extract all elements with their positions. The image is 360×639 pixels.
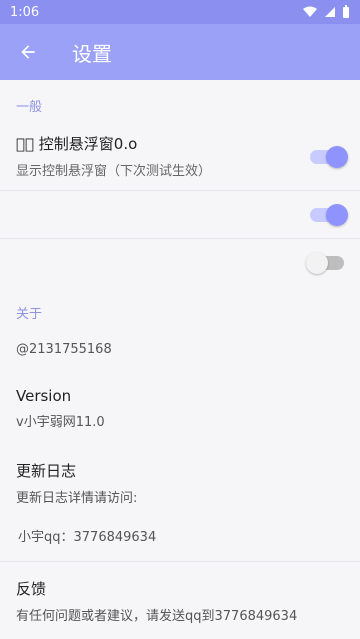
changelog-row[interactable]: 更新日志 更新日志详情请访问: bbox=[0, 442, 360, 518]
battery-icon bbox=[343, 5, 349, 18]
status-bar: 1:06 bbox=[0, 0, 360, 24]
pref-title: 󰀀󰀀 控制悬浮窗0.o bbox=[16, 135, 138, 153]
page-title: 设置 bbox=[72, 41, 112, 66]
floating-window-switch[interactable] bbox=[310, 145, 348, 168]
qq-line: 小宇qq：3776849634 bbox=[0, 518, 360, 562]
pref-switch-2[interactable] bbox=[310, 203, 348, 226]
pref-summary: 显示控制悬浮窗（下次测试生效） bbox=[16, 164, 212, 179]
section-title-about: 关于 bbox=[16, 307, 43, 322]
switch-knob bbox=[326, 203, 348, 226]
signal-icon bbox=[325, 7, 335, 17]
wifi-icon bbox=[303, 6, 317, 17]
switch-knob bbox=[326, 145, 348, 168]
status-icons bbox=[302, 5, 350, 19]
section-title-general: 一般 bbox=[16, 100, 43, 115]
pref-switch-3[interactable] bbox=[306, 252, 344, 274]
feedback-row[interactable]: 反馈 有任何问题或者建议，请发送qq到3776849634 bbox=[0, 562, 360, 636]
floating-window-pref[interactable]: 󰀀󰀀 控制悬浮窗0.o 显示控制悬浮窗（下次测试生效） bbox=[0, 123, 360, 191]
about-id-row: @2131755168 bbox=[0, 330, 360, 369]
unnamed-pref-2[interactable] bbox=[0, 239, 360, 287]
feedback-summary: 有任何问题或者建议，请发送qq到3776849634 bbox=[16, 609, 298, 624]
status-time: 1:06 bbox=[10, 4, 40, 20]
version-title: Version bbox=[16, 387, 72, 405]
app-bar: 设置 bbox=[0, 24, 360, 80]
changelog-title: 更新日志 bbox=[16, 462, 77, 480]
back-button[interactable] bbox=[16, 40, 40, 64]
version-row: Version v小宇弱网11.0 bbox=[0, 369, 360, 442]
arrow-left-icon bbox=[21, 45, 35, 59]
changelog-summary: 更新日志详情请访问: bbox=[16, 491, 138, 506]
feedback-title: 反馈 bbox=[16, 580, 47, 598]
about-id: @2131755168 bbox=[16, 342, 112, 357]
unnamed-pref-1[interactable] bbox=[0, 191, 360, 239]
version-value: v小宇弱网11.0 bbox=[16, 415, 105, 430]
switch-knob bbox=[306, 252, 328, 274]
